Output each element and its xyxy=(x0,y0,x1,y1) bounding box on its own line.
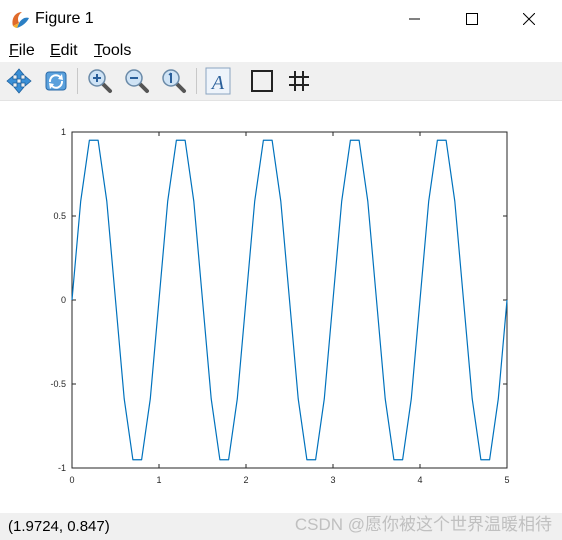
zoom-out-button[interactable] xyxy=(121,65,153,97)
close-icon xyxy=(523,13,535,25)
octave-app-icon xyxy=(12,12,29,28)
zoom-reset-button[interactable] xyxy=(158,65,190,97)
text-icon: A xyxy=(205,67,231,95)
rotate-button[interactable] xyxy=(40,65,72,97)
y-tick-label: -1 xyxy=(58,463,66,473)
figure-canvas[interactable]: 0 1 2 3 4 5 1 0.5 0 -0.5 -1 xyxy=(0,101,562,513)
text-tool-letter: A xyxy=(210,72,225,94)
x-tick-label: 3 xyxy=(330,475,335,485)
zoom-in-icon xyxy=(88,69,112,93)
x-tick-label: 4 xyxy=(417,475,422,485)
x-tick-label: 2 xyxy=(243,475,248,485)
toolbar-separator xyxy=(196,68,197,94)
watermark: CSDN @愿你被这个世界温暖相待 xyxy=(294,515,552,534)
zoom-out-icon xyxy=(125,69,149,93)
maximize-button[interactable] xyxy=(449,0,495,38)
y-tick-label: -0.5 xyxy=(50,379,66,389)
grid-button[interactable] xyxy=(283,65,315,97)
line-chart[interactable]: 0 1 2 3 4 5 1 0.5 0 -0.5 -1 xyxy=(0,101,562,513)
rotate-icon xyxy=(45,71,67,91)
figure-toolbar: A xyxy=(0,62,562,101)
pan-icon xyxy=(6,68,32,94)
zoom-in-button[interactable] xyxy=(84,65,116,97)
y-tick-label: 0.5 xyxy=(53,211,66,221)
grid-icon xyxy=(289,71,309,91)
minimize-button[interactable] xyxy=(392,0,438,38)
window-title: Figure 1 xyxy=(35,10,94,27)
title-bar[interactable]: Figure 1 xyxy=(0,0,562,38)
x-tick-label: 0 xyxy=(69,475,74,485)
y-tick-label: 1 xyxy=(61,127,66,137)
pointer-coordinates: (1.9724, 0.847) xyxy=(8,518,110,535)
menu-tools[interactable]: Tools xyxy=(94,41,131,61)
maximize-icon xyxy=(466,13,478,25)
x-tick-label: 5 xyxy=(504,475,509,485)
close-button[interactable] xyxy=(506,0,552,38)
y-tick-label: 0 xyxy=(61,295,66,305)
minimize-icon xyxy=(409,18,420,20)
text-tool-button[interactable]: A xyxy=(202,65,234,97)
menu-edit[interactable]: Edit xyxy=(50,41,78,61)
menu-bar: File Edit Tools xyxy=(0,38,562,62)
toolbar-separator xyxy=(77,68,78,94)
x-tick-label: 1 xyxy=(156,475,161,485)
axes-box-icon xyxy=(251,70,273,92)
status-bar: (1.9724, 0.847) CSDN @愿你被这个世界温暖相待 xyxy=(0,513,562,540)
pan-button[interactable] xyxy=(3,65,35,97)
menu-file[interactable]: File xyxy=(9,41,35,61)
zoom-reset-icon xyxy=(162,69,186,93)
axes-box-button[interactable] xyxy=(246,65,278,97)
